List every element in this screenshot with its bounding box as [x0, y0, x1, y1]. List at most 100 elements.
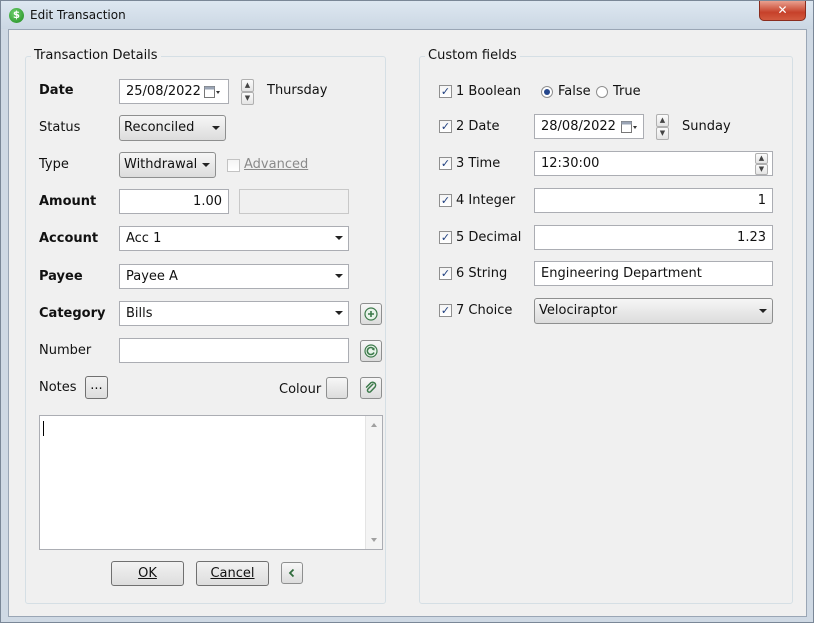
- boolean-label: 1 Boolean: [456, 84, 522, 99]
- chevron-down-icon: [202, 163, 210, 167]
- custom-date-label: 2 Date: [456, 119, 500, 134]
- custom-date-field[interactable]: 28/08/2022: [534, 114, 644, 139]
- status-label: Status: [39, 120, 81, 135]
- boolean-true-radio[interactable]: [596, 86, 608, 98]
- account-combo[interactable]: Acc 1: [119, 226, 349, 251]
- notes-label: Notes: [39, 380, 77, 395]
- boolean-false-radio[interactable]: [541, 86, 553, 98]
- date-spin-up[interactable]: ▲: [241, 79, 254, 92]
- choice-value: Velociraptor: [539, 303, 618, 318]
- decimal-label: 5 Decimal: [456, 230, 522, 245]
- custom-date-spin-up[interactable]: ▲: [656, 114, 669, 127]
- number-field[interactable]: [119, 338, 349, 363]
- integer-field[interactable]: 1: [534, 188, 773, 213]
- advanced-label: Advanced: [244, 157, 308, 172]
- choice-label: 7 Choice: [456, 303, 513, 318]
- chevron-left-icon: [288, 568, 295, 578]
- date-spin-buttons[interactable]: ▲ ▼: [241, 79, 254, 105]
- string-enable-checkbox[interactable]: ✓: [439, 267, 452, 280]
- custom-date-spin-buttons[interactable]: ▲ ▼: [656, 114, 669, 140]
- decimal-enable-checkbox[interactable]: ✓: [439, 231, 452, 244]
- plus-circle-icon: [364, 307, 378, 321]
- colour-label: Colour: [279, 382, 322, 397]
- account-value: Acc 1: [126, 231, 162, 246]
- integer-enable-checkbox[interactable]: ✓: [439, 194, 452, 207]
- decimal-field[interactable]: 1.23: [534, 225, 773, 250]
- date-label: Date: [39, 83, 74, 98]
- boolean-true-label: True: [613, 84, 641, 99]
- scroll-down-arrow-icon[interactable]: [371, 538, 377, 542]
- notes-scrollbar[interactable]: [365, 416, 382, 549]
- boolean-false-label: False: [558, 84, 591, 99]
- chevron-down-icon: [335, 274, 343, 278]
- chevron-down-icon: [335, 311, 343, 315]
- advanced-checkbox[interactable]: [227, 159, 240, 172]
- cancel-button-label: Cancel: [210, 566, 255, 581]
- date-enable-checkbox[interactable]: ✓: [439, 120, 452, 133]
- time-label: 3 Time: [456, 156, 501, 171]
- chevron-down-icon: [212, 126, 220, 130]
- time-value: 12:30:00: [541, 156, 600, 171]
- number-label: Number: [39, 343, 92, 358]
- chevron-down-icon: [335, 236, 343, 240]
- payee-label: Payee: [39, 269, 83, 284]
- ok-button[interactable]: OK: [111, 561, 184, 586]
- custom-date-weekday: Sunday: [682, 119, 731, 134]
- time-spin-down[interactable]: ▼: [755, 164, 768, 175]
- notes-textarea[interactable]: [39, 415, 383, 550]
- paperclip-icon: [365, 381, 377, 393]
- refresh-icon: [364, 344, 378, 358]
- date-value: 25/08/2022: [126, 84, 201, 99]
- payee-combo[interactable]: Payee A: [119, 264, 349, 289]
- colour-picker-button[interactable]: [326, 377, 348, 399]
- amount-label: Amount: [39, 194, 97, 209]
- status-value: Reconciled: [124, 120, 195, 135]
- attach-button[interactable]: [360, 377, 382, 399]
- boolean-enable-checkbox[interactable]: ✓: [439, 85, 452, 98]
- window-title: Edit Transaction: [30, 8, 126, 22]
- next-number-button[interactable]: [360, 340, 382, 362]
- edit-transaction-window: $ Edit Transaction ✕ Transaction Details…: [0, 0, 814, 623]
- add-category-button[interactable]: [360, 303, 382, 325]
- cancel-button[interactable]: Cancel: [196, 561, 269, 586]
- custom-fields-group: Custom fields ✓ 1 Boolean False True ✓ 2…: [419, 48, 793, 604]
- notes-expand-button[interactable]: ...: [85, 376, 108, 399]
- string-label: 6 String: [456, 266, 508, 281]
- calendar-icon[interactable]: [204, 85, 220, 99]
- string-field[interactable]: Engineering Department: [534, 261, 773, 286]
- date-field[interactable]: 25/08/2022: [119, 79, 229, 104]
- collapse-button[interactable]: [281, 562, 303, 584]
- category-value: Bills: [126, 306, 153, 321]
- amount-secondary-field: [239, 189, 349, 214]
- choice-dropdown[interactable]: Velociraptor: [534, 298, 773, 324]
- custom-date-spin-down[interactable]: ▼: [656, 127, 669, 140]
- advanced-text: Advanced: [244, 157, 309, 172]
- chevron-down-icon: [759, 309, 767, 313]
- time-enable-checkbox[interactable]: ✓: [439, 157, 452, 170]
- choice-enable-checkbox[interactable]: ✓: [439, 304, 452, 317]
- time-spin-up[interactable]: ▲: [755, 153, 768, 164]
- transaction-details-group: Transaction Details Date 25/08/2022 ▲ ▼ …: [25, 48, 386, 604]
- close-button[interactable]: ✕: [759, 1, 806, 21]
- dialog-client: Transaction Details Date 25/08/2022 ▲ ▼ …: [8, 29, 807, 617]
- account-label: Account: [39, 231, 99, 246]
- status-dropdown[interactable]: Reconciled: [119, 115, 226, 141]
- type-label: Type: [39, 157, 69, 172]
- text-caret: [43, 421, 44, 436]
- payee-value: Payee A: [126, 269, 178, 284]
- transaction-details-legend: Transaction Details: [31, 48, 161, 63]
- calendar-icon[interactable]: [621, 120, 637, 134]
- time-field[interactable]: 12:30:00 ▲ ▼: [534, 151, 773, 176]
- type-value: Withdrawal: [124, 157, 198, 172]
- category-combo[interactable]: Bills: [119, 301, 349, 326]
- title-bar: $ Edit Transaction ✕: [1, 1, 813, 29]
- custom-fields-legend: Custom fields: [425, 48, 520, 63]
- ok-button-label: OK: [138, 566, 157, 581]
- integer-label: 4 Integer: [456, 193, 516, 208]
- scroll-up-arrow-icon[interactable]: [371, 423, 377, 427]
- amount-field[interactable]: 1.00: [119, 189, 229, 214]
- date-spin-down[interactable]: ▼: [241, 92, 254, 105]
- type-dropdown[interactable]: Withdrawal: [119, 152, 216, 178]
- app-money-icon: $: [9, 8, 24, 23]
- time-spin-buttons[interactable]: ▲ ▼: [755, 152, 768, 175]
